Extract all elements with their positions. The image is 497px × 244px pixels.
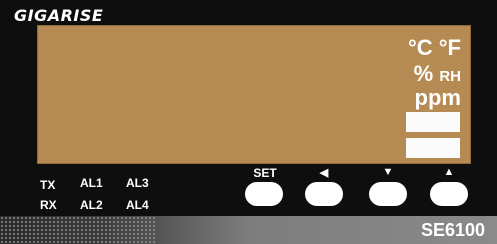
unit-rh-label: RH [439,68,461,85]
al3-indicator: AL3 [126,176,149,190]
unit-ppm-label: ppm [414,85,461,110]
indicator-segment-lower [406,138,460,158]
indicator-segment-upper [406,112,460,132]
rx-indicator: RX [40,198,57,212]
set-button-label: SET [253,166,277,180]
brand-logo: GIGARISE [14,6,104,25]
model-number: SE6100 [420,220,485,240]
decorative-dot-pattern [0,216,155,244]
up-arrow-icon: ▲ [443,166,455,178]
al4-indicator: AL4 [126,198,149,212]
unit-percent-label: % [413,61,434,86]
left-button[interactable] [305,182,343,206]
left-arrow-icon: ◀ [319,167,329,179]
set-button[interactable] [245,182,283,206]
tx-indicator: TX [40,178,56,192]
unit-temperature-label: °C °F [407,35,461,60]
up-button[interactable] [430,182,468,206]
al1-indicator: AL1 [80,176,103,190]
al2-indicator: AL2 [80,198,103,212]
down-arrow-icon: ▼ [382,166,394,178]
controller-panel: GIGARISE °C °F % RH ppm TX RX AL1 AL2 AL… [0,0,497,244]
lcd-display: °C °F % RH ppm [37,25,471,164]
down-button[interactable] [369,182,407,206]
